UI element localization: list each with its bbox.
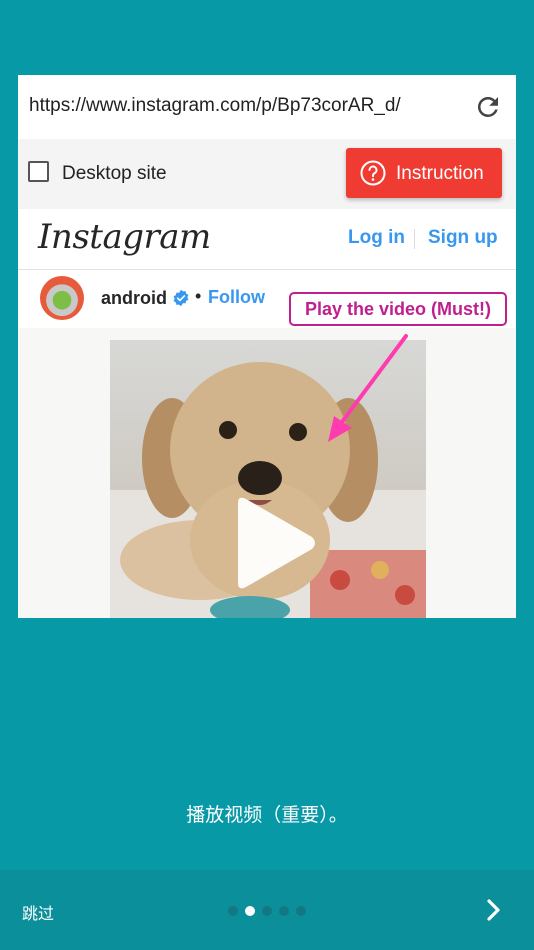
instagram-logo: Instagram xyxy=(38,217,211,257)
page-dot xyxy=(296,906,306,916)
refresh-icon[interactable] xyxy=(473,92,503,122)
play-icon[interactable] xyxy=(228,495,318,591)
video-area xyxy=(18,328,516,618)
header-divider xyxy=(414,229,415,249)
browser-card: https://www.instagram.com/p/Bp73corAR_d/… xyxy=(18,75,516,618)
desktop-site-checkbox[interactable] xyxy=(28,161,49,182)
page-dot xyxy=(262,906,272,916)
login-link[interactable]: Log in xyxy=(348,227,405,249)
desktop-site-label[interactable]: Desktop site xyxy=(62,163,167,185)
signup-link[interactable]: Sign up xyxy=(428,227,498,249)
step-caption: 播放视频（重要）。 xyxy=(186,804,348,826)
question-circle-icon xyxy=(360,160,386,186)
bottom-bar: 跳过 xyxy=(0,870,534,950)
url-bar[interactable]: https://www.instagram.com/p/Bp73corAR_d/ xyxy=(18,75,516,139)
page-indicator xyxy=(228,906,313,916)
page-dot xyxy=(228,906,238,916)
separator-dot: • xyxy=(195,286,202,306)
options-row: Desktop site Instruction xyxy=(18,139,516,209)
instagram-header: Instagram Log in Sign up xyxy=(18,209,516,270)
follow-link[interactable]: Follow xyxy=(208,287,265,308)
avatar[interactable] xyxy=(40,276,84,320)
url-text[interactable]: https://www.instagram.com/p/Bp73corAR_d/ xyxy=(29,95,401,117)
pointer-arrow xyxy=(328,334,408,442)
username[interactable]: android xyxy=(101,288,167,309)
page-dot xyxy=(279,906,289,916)
chevron-right-icon[interactable] xyxy=(484,898,504,922)
play-video-callout: Play the video (Must!) xyxy=(289,292,507,326)
instruction-label: Instruction xyxy=(396,163,484,184)
verified-badge-icon xyxy=(173,289,189,307)
instruction-button[interactable]: Instruction xyxy=(346,148,502,198)
page-dot xyxy=(245,906,255,916)
skip-button[interactable]: 跳过 xyxy=(22,900,54,924)
